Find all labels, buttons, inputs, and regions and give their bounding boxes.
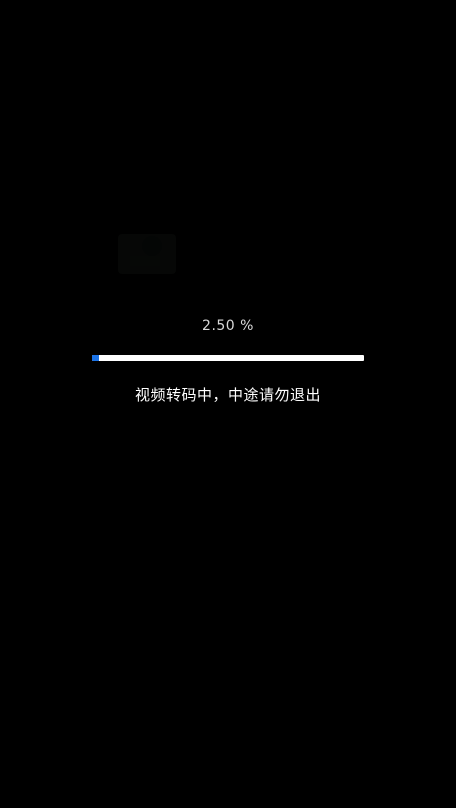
progress-bar	[92, 355, 364, 361]
progress-percent-label: 2.50 %	[202, 318, 254, 334]
transcoding-status-message: 视频转码中，中途请勿退出	[134, 386, 321, 404]
progress-bar-fill	[92, 355, 99, 361]
faded-background-image	[118, 234, 176, 274]
transcoding-screen: 2.50 % 视频转码中，中途请勿退出	[0, 0, 456, 808]
